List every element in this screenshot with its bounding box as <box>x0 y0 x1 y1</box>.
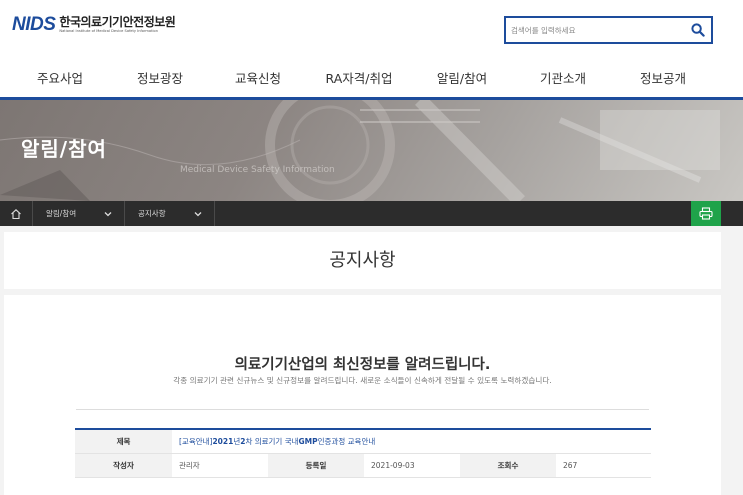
site-header: NIDS 한국의료기기안전정보원 National Institute of M… <box>0 0 743 58</box>
chevron-down-icon <box>194 211 202 217</box>
nav-item-about[interactable]: 기관소개 <box>540 58 586 100</box>
logo-name-en: National Institute of Medical Device Saf… <box>59 29 158 33</box>
content-area: 공지사항 의료기기산업의 최신정보를 알려드립니다. 각종 의료기기 관련 신규… <box>0 226 743 495</box>
post-detail-table: 제목 [교육안내] 2021 년 2차 의료기기 국내 GMP 인증과정 교육안내 … <box>75 428 651 478</box>
post-views: 267 <box>563 461 578 470</box>
banner-watermark: Medical Device Safety Information <box>180 165 335 175</box>
nav-item-notice-participation[interactable]: 알림/참여 <box>437 58 487 100</box>
chevron-down-icon <box>104 211 112 217</box>
intro-text: 각종 의료기기 관련 신규뉴스 및 신규정보를 알려드립니다. 새로운 소식들이… <box>173 376 552 385</box>
search-input[interactable] <box>506 18 685 42</box>
nav-item-education[interactable]: 교육신청 <box>235 58 281 100</box>
nav-item-info-plaza[interactable]: 정보광장 <box>137 58 183 100</box>
breadcrumb-depth2[interactable]: 공지사항 <box>125 201 215 226</box>
breadcrumb-depth1[interactable]: 알림/참여 <box>33 201 125 226</box>
logo-mark: NIDS <box>12 14 56 35</box>
post-date: 2021-09-03 <box>371 461 415 470</box>
board-card: 의료기기산업의 최신정보를 알려드립니다. 각종 의료기기 관련 신규뉴스 및 … <box>4 295 721 495</box>
nav-item-ra-jobs[interactable]: RA자격/취업 <box>326 58 393 100</box>
table-row: 작성자 관리자 등록일 2021-09-03 조회수 267 <box>75 454 651 478</box>
breadcrumb-depth2-label: 공지사항 <box>138 209 166 218</box>
print-icon[interactable] <box>691 201 721 226</box>
breadcrumb-depth1-label: 알림/참여 <box>46 209 77 218</box>
label-title: 제목 <box>75 430 172 453</box>
label-author: 작성자 <box>75 454 172 477</box>
label-date: 등록일 <box>268 454 364 477</box>
label-views: 조회수 <box>460 454 556 477</box>
divider <box>76 409 649 410</box>
search-box <box>504 16 713 44</box>
table-row: 제목 [교육안내] 2021 년 2차 의료기기 국내 GMP 인증과정 교육안내 <box>75 430 651 454</box>
nav-item-disclosure[interactable]: 정보공개 <box>640 58 686 100</box>
intro-heading: 의료기기산업의 최신정보를 알려드립니다. <box>234 357 491 373</box>
post-title: [교육안내] 2021 년 2차 의료기기 국내 GMP 인증과정 교육안내 <box>179 437 376 446</box>
search-icon[interactable] <box>685 18 711 42</box>
logo-name-kr: 한국의료기기안전정보원 <box>59 15 176 29</box>
banner-background-graphic: Medical Device Safety Information <box>0 100 720 201</box>
logo-text: 한국의료기기안전정보원 National Institute of Medica… <box>59 16 175 34</box>
main-nav: 주요사업 정보광장 교육신청 RA자격/취업 알림/참여 기관소개 정보공개 <box>0 58 743 100</box>
banner-title: 알림/참여 <box>21 137 107 161</box>
post-author: 관리자 <box>179 461 200 470</box>
sub-banner: Medical Device Safety Information 알림/참여 <box>0 100 743 201</box>
site-logo[interactable]: NIDS 한국의료기기안전정보원 National Institute of M… <box>12 14 176 36</box>
page-title: 공지사항 <box>4 232 721 289</box>
home-icon[interactable] <box>0 201 33 226</box>
nav-item-main-business[interactable]: 주요사업 <box>37 58 83 100</box>
breadcrumb: 알림/참여 공지사항 <box>0 201 743 226</box>
